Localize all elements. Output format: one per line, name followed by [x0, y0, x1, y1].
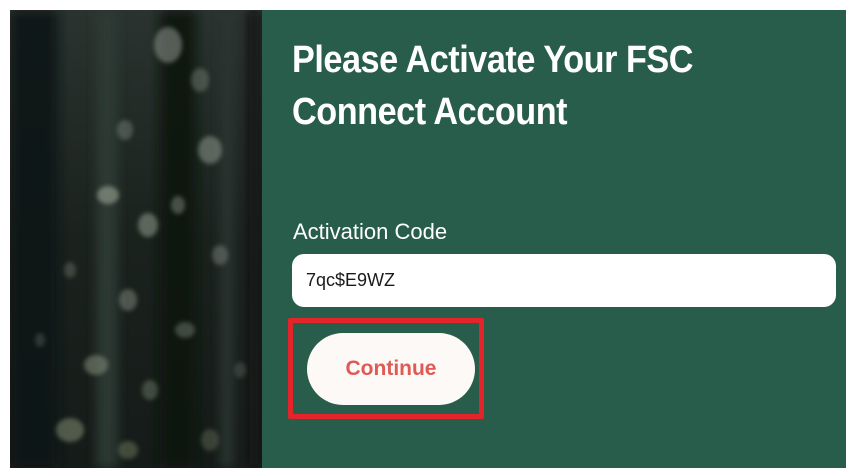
continue-button[interactable]: Continue — [307, 333, 475, 405]
activation-code-label: Activation Code — [293, 219, 448, 244]
forest-background-image — [10, 10, 262, 468]
page-title: Please Activate Your FSC Connect Account — [292, 39, 694, 133]
activation-page: Please Activate Your FSC Connect Account… — [0, 0, 846, 468]
forest-photo — [10, 10, 262, 468]
activation-form-panel: Please Activate Your FSC Connect Account… — [262, 10, 846, 468]
activation-code-input[interactable] — [292, 254, 836, 307]
